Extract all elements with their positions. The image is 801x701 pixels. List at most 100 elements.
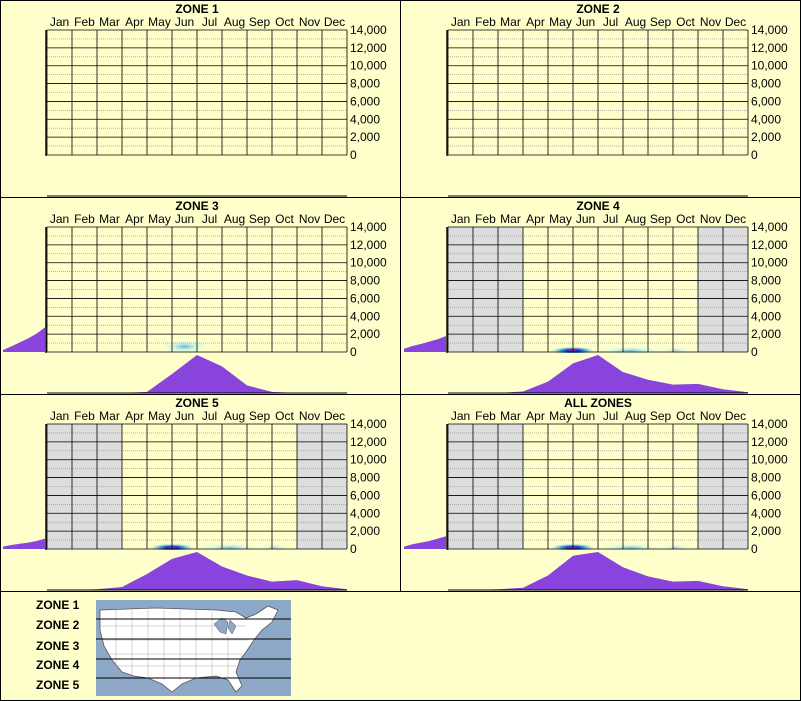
month-tick-label: Jan (451, 212, 470, 226)
month-tick-label: Dec (725, 409, 746, 423)
month-tick-label: Aug (625, 212, 646, 226)
month-tick-label: Jan (451, 15, 470, 29)
y-tick-label: 14,000 (751, 23, 788, 37)
y-tick-label: 4,000 (350, 309, 380, 323)
month-tick-label: Nov (299, 409, 320, 423)
month-tick-label: Feb (475, 409, 496, 423)
month-tick-label: Sep (650, 15, 672, 29)
chart-title: ZONE 5 (175, 396, 219, 410)
y-tick-label: 0 (350, 148, 357, 162)
month-tick-label: Apr (125, 212, 144, 226)
month-tick-label: May (549, 409, 572, 423)
chart-title: ZONE 3 (175, 199, 219, 213)
zone-label-2: ZONE 2 (36, 618, 80, 632)
y-tick-label: 10,000 (350, 59, 387, 73)
zone-label-1: ZONE 1 (36, 598, 80, 612)
y-tick-label: 14,000 (350, 220, 387, 234)
month-tick-label: Sep (650, 409, 672, 423)
month-tick-label: Jan (50, 15, 69, 29)
y-tick-label: 6,000 (350, 94, 380, 108)
month-tick-label: Feb (74, 15, 95, 29)
month-tick-label: Jun (576, 15, 595, 29)
y-tick-label: 12,000 (350, 238, 387, 252)
y-tick-label: 8,000 (350, 471, 380, 485)
y-tick-label: 8,000 (751, 274, 781, 288)
month-tick-label: Aug (224, 15, 245, 29)
zone-chart-panel: ZONE 5 Jan Feb Mar Apr May Jun Jul Aug Sep Oct Nov D… (3, 396, 387, 591)
density-heat-blob (162, 340, 207, 353)
y-tick-label: 12,000 (751, 41, 788, 55)
zone-chart-panel: ZONE 1 Jan Feb Mar Apr May Jun Jul Aug Sep Oct Nov D… (45, 2, 387, 197)
month-tick-label: Jun (175, 15, 194, 29)
y-tick-label: 8,000 (751, 77, 781, 91)
month-tick-label: Nov (700, 409, 721, 423)
month-tick-label: Apr (526, 409, 545, 423)
y-tick-label: 4,000 (751, 309, 781, 323)
month-tick-label: Oct (676, 409, 695, 423)
month-tick-label: Jan (451, 409, 470, 423)
y-tick-label: 2,000 (751, 130, 781, 144)
month-tick-label: Aug (224, 212, 245, 226)
month-tick-label: Aug (625, 15, 646, 29)
y-tick-label: 10,000 (751, 59, 788, 73)
zone-label-3: ZONE 3 (36, 639, 80, 653)
month-tick-label: Sep (249, 409, 271, 423)
chart-title: ZONE 4 (576, 199, 620, 213)
y-tick-label: 10,000 (350, 256, 387, 270)
panel-divider (0, 394, 801, 395)
chart-title: ALL ZONES (564, 396, 632, 410)
y-tick-label: 4,000 (350, 112, 380, 126)
month-tick-label: Sep (249, 15, 271, 29)
month-tick-label: Aug (625, 409, 646, 423)
month-tick-label: Jul (603, 15, 618, 29)
y-tick-label: 8,000 (751, 471, 781, 485)
month-tick-label: Oct (676, 212, 695, 226)
y-tick-label: 4,000 (751, 112, 781, 126)
month-tick-label: Jun (175, 212, 194, 226)
y-tick-label: 12,000 (751, 435, 788, 449)
month-tick-label: Sep (650, 212, 672, 226)
panel-divider (0, 0, 801, 1)
month-tick-label: May (148, 15, 171, 29)
y-tick-label: 10,000 (751, 453, 788, 467)
y-tick-label: 12,000 (350, 41, 387, 55)
panel-divider (400, 0, 401, 592)
month-tick-label: Jul (202, 409, 217, 423)
y-tick-label: 10,000 (751, 256, 788, 270)
zone-chart-panel: ZONE 4 Jan Feb Mar Apr May Jun Jul Aug Sep Oct Nov D… (404, 199, 788, 394)
y-tick-label: 10,000 (350, 453, 387, 467)
zone-label-5: ZONE 5 (36, 678, 80, 692)
month-tick-label: Oct (275, 409, 294, 423)
y-tick-label: 14,000 (350, 23, 387, 37)
y-tick-label: 4,000 (350, 506, 380, 520)
y-tick-label: 6,000 (751, 488, 781, 502)
zone-chart-panel: ZONE 2 Jan Feb Mar Apr May Jun Jul Aug Sep Oct Nov D… (446, 2, 788, 197)
y-tick-label: 8,000 (350, 274, 380, 288)
month-tick-label: Aug (224, 409, 245, 423)
month-tick-label: Dec (725, 212, 746, 226)
y-tick-label: 14,000 (751, 220, 788, 234)
elevation-profile-area (3, 538, 45, 549)
zone-chart-panel: ZONE 3 Jan Feb Mar Apr May Jun Jul Aug Sep Oct Nov D… (3, 199, 387, 394)
month-tick-label: Jan (50, 212, 69, 226)
y-tick-label: 6,000 (751, 94, 781, 108)
month-tick-label: Sep (249, 212, 271, 226)
usa-map-icon (96, 600, 291, 696)
month-tick-label: May (549, 15, 572, 29)
month-tick-label: Jul (603, 212, 618, 226)
month-tick-label: Jul (202, 212, 217, 226)
month-tick-label: Mar (500, 212, 521, 226)
month-tick-label: Dec (725, 15, 746, 29)
chart-title: ZONE 1 (175, 2, 219, 16)
month-tick-label: Mar (99, 15, 120, 29)
y-tick-label: 2,000 (350, 130, 380, 144)
month-tick-label: Feb (475, 212, 496, 226)
zone-chart-panel: ALL ZONES Jan Feb Mar Apr May Jun Jul Aug Sep Oct N… (404, 396, 788, 591)
y-tick-label: 0 (350, 345, 357, 359)
y-tick-label: 6,000 (751, 291, 781, 305)
month-tick-label: Oct (275, 212, 294, 226)
y-tick-label: 2,000 (350, 524, 380, 538)
elevation-profile-area (3, 327, 45, 352)
month-tick-label: May (549, 212, 572, 226)
month-tick-label: Feb (475, 15, 496, 29)
